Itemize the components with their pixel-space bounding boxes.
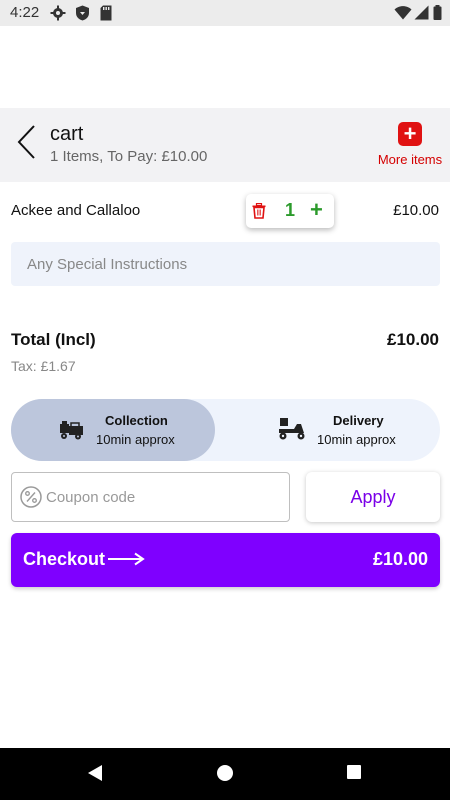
circle-home-icon [217,765,233,781]
page-title: cart [50,123,84,145]
collection-icon [59,417,85,446]
total-label: Total (Incl) [11,330,96,349]
nav-back-button[interactable] [86,764,104,787]
total-value: £10.00 [387,330,439,349]
status-time: 4:22 [10,4,40,21]
order-mode-toggle: Collection 10min approx Delivery 10min a… [11,399,440,461]
square-recents-icon [347,765,361,779]
more-items-label: More items [377,152,443,167]
wifi-icon [394,5,412,25]
special-instructions-field[interactable]: Any Special Instructions [11,242,440,286]
delivery-scooter-icon [277,417,307,446]
trash-icon [252,202,266,219]
checkout-label: Checkout [23,549,106,569]
item-name: Ackee and Callaloo [11,202,141,219]
cart-summary: 1 Items, To Pay: £10.00 [50,148,208,165]
nav-home-button[interactable] [216,764,234,787]
quantity-stepper: 1 + [246,194,334,228]
shield-icon [75,5,90,26]
increase-quantity-button[interactable]: + [310,199,323,221]
nav-recents-button[interactable] [346,764,362,785]
collection-time: 10min approx [96,432,175,447]
system-nav-bar [0,748,450,800]
settings-icon [50,5,66,26]
coupon-field [11,472,290,522]
item-price: £10.00 [393,202,439,219]
checkout-button[interactable]: Checkout £10.00 [11,533,440,587]
status-bar: 4:22 [0,0,450,26]
sd-card-icon [100,5,112,26]
back-button[interactable] [14,124,40,160]
delivery-option[interactable]: Delivery 10min approx [223,399,440,461]
collection-label: Collection [105,413,168,428]
checkout-total: £10.00 [372,549,428,569]
battery-icon [433,5,442,25]
discount-percent-icon [20,486,42,513]
cart-header: cart 1 Items, To Pay: £10.00 + More item… [0,108,450,182]
signal-icon [414,5,429,25]
delivery-label: Delivery [333,413,384,428]
chevron-left-icon [17,125,35,159]
add-icon: + [398,122,422,146]
delivery-time: 10min approx [317,432,396,447]
apply-coupon-button[interactable]: Apply [306,472,440,522]
arrow-right-icon [107,552,145,571]
quantity-value: 1 [284,200,295,220]
coupon-input[interactable] [46,473,282,521]
triangle-back-icon [88,765,102,781]
more-items-button[interactable]: + More items [370,120,450,170]
tax-amount: Tax: £1.67 [11,358,76,374]
collection-option[interactable]: Collection 10min approx [11,399,215,461]
delete-item-button[interactable] [252,202,266,224]
